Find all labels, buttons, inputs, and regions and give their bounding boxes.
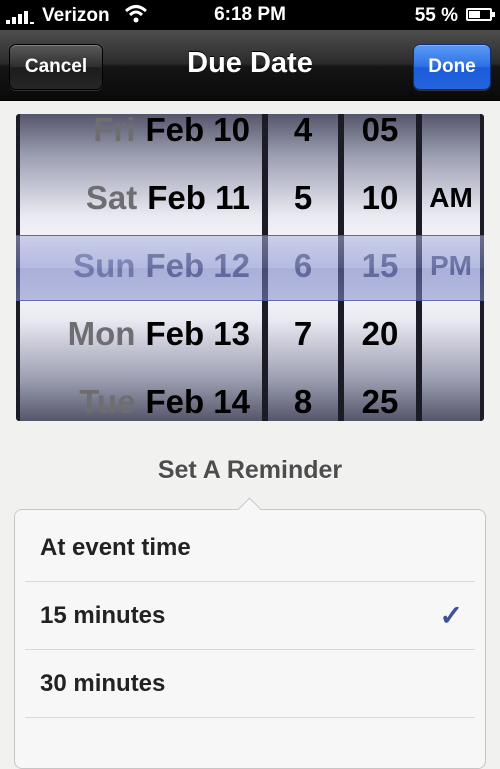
ampm-wheel[interactable]: AM PM — [422, 114, 480, 421]
date-row-day: Tue — [79, 383, 136, 420]
date-row-date: Feb 13 — [145, 315, 250, 352]
reminder-option[interactable]: At event time — [25, 514, 475, 582]
date-row-date: Feb 12 — [145, 247, 250, 284]
minute-row[interactable]: 10 — [344, 164, 416, 232]
hour-row-selected[interactable]: 6 — [268, 232, 338, 300]
date-row[interactable]: Sat Feb 11 — [20, 164, 262, 232]
reminder-option-selected[interactable]: 15 minutes ✓ — [25, 582, 475, 650]
date-row-date: Feb 14 — [145, 383, 250, 420]
battery-icon — [466, 8, 495, 21]
date-row[interactable]: Mon Feb 13 — [20, 300, 262, 368]
hour-row[interactable]: 8 — [268, 368, 338, 421]
minute-row[interactable]: 25 — [344, 368, 416, 421]
battery-percent: 55 % — [414, 5, 458, 26]
reminder-option-label: 30 minutes — [40, 670, 166, 697]
date-row-selected[interactable]: Sun Feb 12 — [20, 232, 262, 300]
reminder-option-label: At event time — [40, 534, 191, 561]
hour-wheel[interactable]: 4 5 6 7 8 — [268, 114, 338, 421]
status-bar: Verizon 6:18 PM 55 % — [0, 0, 500, 30]
reminder-option-label: 15 minutes — [40, 602, 166, 629]
date-row[interactable]: Tue Feb 14 — [20, 368, 262, 421]
reminder-options-list: At event time 15 minutes ✓ 30 minutes — [14, 509, 486, 769]
reminder-section-title: Set A Reminder — [157, 456, 343, 484]
ampm-row-selected[interactable]: PM — [422, 232, 480, 300]
date-row-day: Fri — [93, 114, 136, 148]
date-time-picker[interactable]: Fri Feb 10 Sat Feb 11 Sun Feb 12 Mon Feb 13 … — [16, 114, 484, 421]
minute-row[interactable]: 05 — [344, 114, 416, 164]
navigation-bar: Cancel Due Date Done — [0, 30, 500, 101]
date-wheel[interactable]: Fri Feb 10 Sat Feb 11 Sun Feb 12 Mon Feb 13 … — [20, 114, 262, 421]
battery-level-fill — [469, 11, 480, 18]
minute-row[interactable]: 20 — [344, 300, 416, 368]
date-row-date: Feb 11 — [147, 179, 250, 216]
date-row-day: Sat — [85, 179, 138, 216]
minute-wheel[interactable]: 05 10 15 20 25 — [344, 114, 416, 421]
hour-row[interactable]: 5 — [268, 164, 338, 232]
date-row-date: Feb 10 — [145, 114, 250, 148]
date-row[interactable]: Fri Feb 10 — [20, 114, 262, 164]
checkmark-icon: ✓ — [439, 600, 463, 631]
minute-row-selected[interactable]: 15 — [344, 232, 416, 300]
hour-row[interactable]: 4 — [268, 114, 338, 164]
done-button[interactable]: Done — [413, 44, 491, 90]
date-row-day: Sun — [73, 247, 136, 284]
hour-row[interactable]: 7 — [268, 300, 338, 368]
date-row-day: Mon — [67, 315, 136, 352]
ampm-row[interactable]: AM — [422, 164, 480, 232]
reminder-option[interactable]: 30 minutes — [25, 650, 475, 718]
